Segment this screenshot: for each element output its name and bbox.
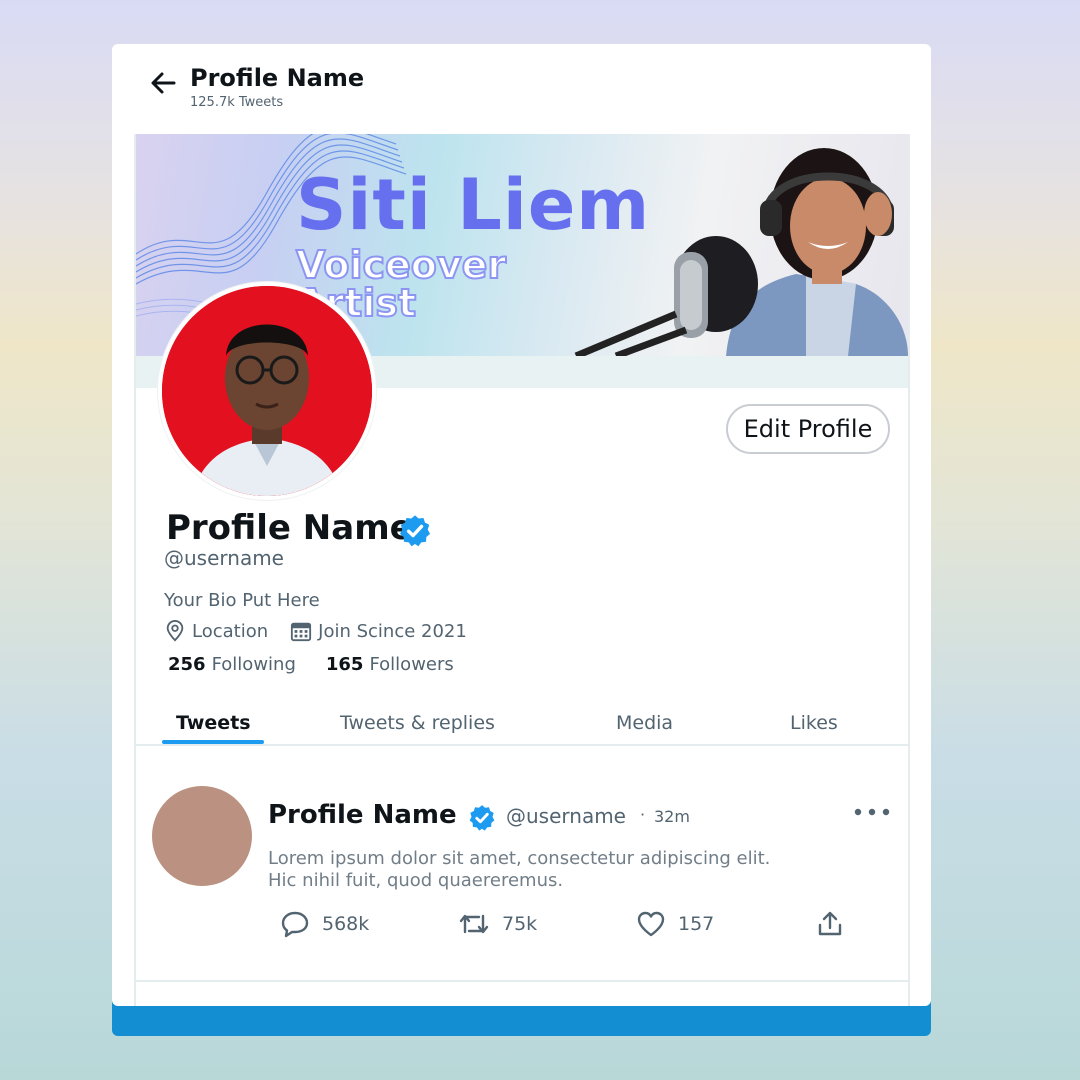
profile-joined: Join Scince 2021 [318,620,467,642]
retweet-icon [459,914,489,934]
profile-panel: Siti Liem Voiceover Artist Edit Profile … [134,134,910,1006]
following-link[interactable]: 256 Following [168,654,296,675]
profile-meta: Location Join Scince 2021 [164,620,467,642]
header-tweet-count: 125.7k Tweets [190,95,284,110]
profile-tabs: Tweets Tweets & replies Media Likes [136,700,908,746]
tab-tweets[interactable]: Tweets [176,712,251,734]
followers-link[interactable]: 165 Followers [326,654,454,675]
followers-count: 165 [325,654,364,675]
following-count: 256 [168,654,206,675]
tab-media[interactable]: Media [616,712,673,734]
profile-card: Profile Name 125.7k Tweets Siti Liem Voi… [112,44,931,1006]
follow-stats: 256 Following 165 Followers [168,654,484,675]
tweet-author-name[interactable]: Profile Name [268,800,457,830]
followers-label: Followers [369,654,454,675]
profile-location: Location [192,620,269,642]
verified-icon [399,515,431,547]
calendar-icon [291,622,312,642]
like-count: 157 [678,913,715,935]
back-arrow-icon[interactable] [150,70,176,96]
tab-likes[interactable]: Likes [790,712,838,734]
tweet-avatar[interactable] [152,786,252,886]
like-button[interactable]: 157 [636,910,714,938]
active-tab-indicator [162,740,264,744]
verified-icon [469,805,495,831]
location-pin-icon [166,620,184,642]
profile-name: Profile Name [166,508,413,548]
banner-subtitle-line1: Voiceover [295,243,507,287]
tweet-text: Lorem ipsum dolor sit amet, consectetur … [268,848,868,892]
tab-tweets-replies[interactable]: Tweets & replies [340,712,495,734]
reply-count: 568k [322,913,370,935]
tweet-time[interactable]: 32m [654,807,690,826]
tweet-text-line2: Hic nihil fuit, quod quaereremus. [268,870,564,891]
top-bar: Profile Name 125.7k Tweets [112,44,931,134]
edit-profile-button[interactable]: Edit Profile [726,404,890,454]
like-icon [637,911,665,937]
reply-button[interactable]: 568k [280,910,369,938]
retweet-count: 75k [502,913,538,935]
reply-icon [281,911,309,938]
share-button[interactable] [816,910,856,938]
header-title: Profile Name [190,64,365,92]
tweet[interactable]: Profile Name @username · 32m Lorem ipsum… [136,746,908,982]
retweet-button[interactable]: 75k [458,910,537,938]
profile-bio: Your Bio Put Here [164,590,320,611]
banner-photo [574,148,908,356]
profile-handle: @username [164,546,284,570]
profile-avatar[interactable] [162,286,372,496]
avatar-photo [162,286,372,496]
next-tweet-row [136,982,908,1006]
more-icon[interactable] [852,802,892,822]
share-icon [818,911,842,936]
tweet-author-handle[interactable]: @username [506,804,626,828]
following-label: Following [211,654,296,675]
tweet-actions: 568k 75k 157 [136,910,908,944]
tweet-text-line1: Lorem ipsum dolor sit amet, consectetur … [268,848,771,869]
tweet-separator: · [640,805,646,824]
